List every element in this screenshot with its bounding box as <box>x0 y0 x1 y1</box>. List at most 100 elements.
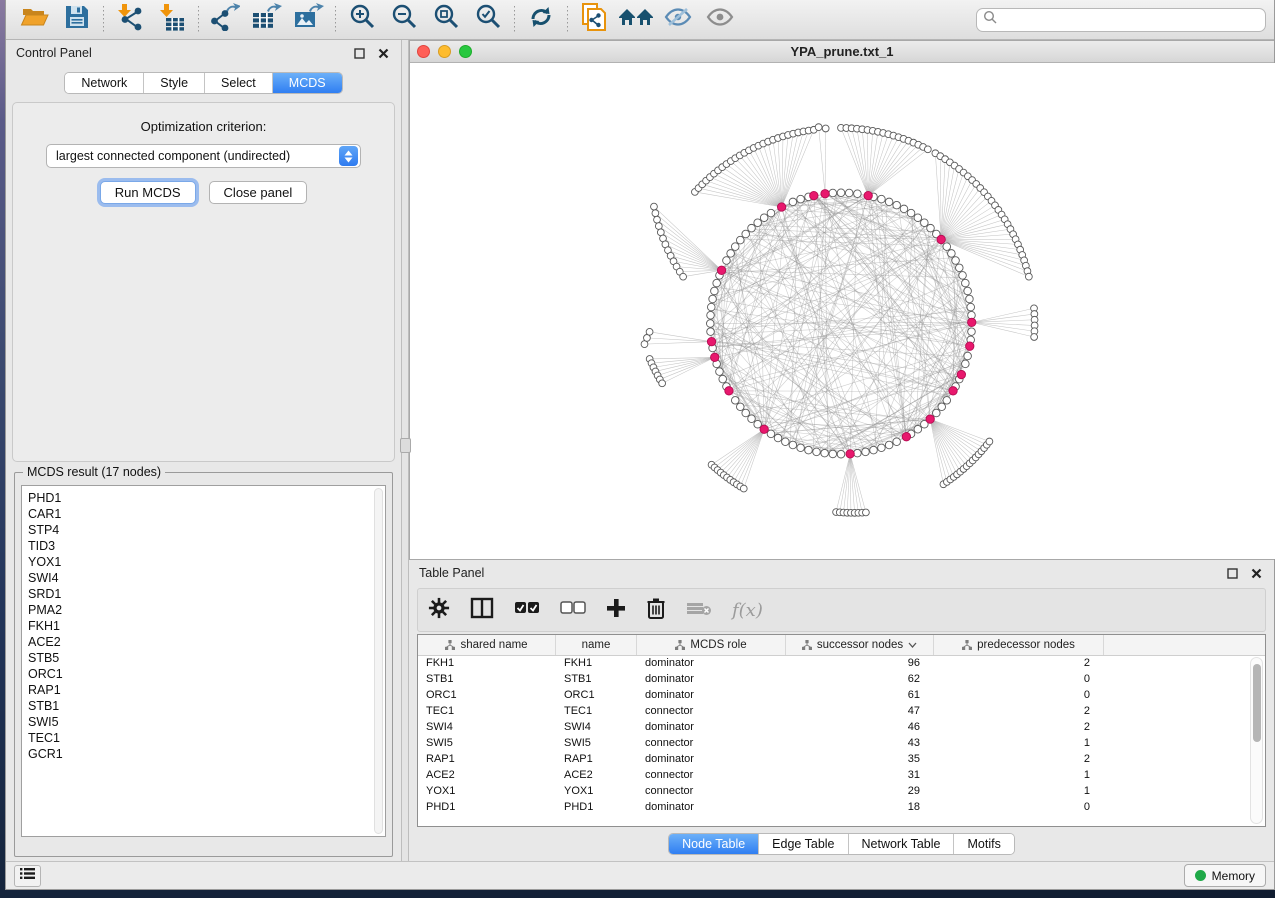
tab-mcds[interactable]: MCDS <box>273 73 342 93</box>
zoom-fit-button[interactable] <box>425 3 467 37</box>
export-image-button[interactable] <box>288 3 330 37</box>
tab-motifs[interactable]: Motifs <box>954 834 1013 854</box>
open-session-button[interactable] <box>14 3 56 37</box>
add-column-button[interactable] <box>606 598 626 623</box>
tab-network[interactable]: Network <box>65 73 144 93</box>
zoom-out-button[interactable] <box>383 3 425 37</box>
list-item[interactable]: SRD1 <box>28 586 385 602</box>
float-panel-icon[interactable] <box>351 46 367 60</box>
tab-style[interactable]: Style <box>144 73 205 93</box>
zoom-in-button[interactable] <box>341 3 383 37</box>
fx-icon: f(x) <box>732 600 763 621</box>
list-item[interactable]: STB5 <box>28 650 385 666</box>
table-settings-button[interactable] <box>428 597 450 624</box>
list-item[interactable]: TEC1 <box>28 730 385 746</box>
table-row[interactable]: TEC1TEC1connector472 <box>418 704 1265 720</box>
panel-splitter[interactable] <box>401 40 409 861</box>
list-item[interactable]: SWI4 <box>28 570 385 586</box>
list-item[interactable]: ORC1 <box>28 666 385 682</box>
refresh-button[interactable] <box>520 3 562 37</box>
split-columns-icon <box>470 597 494 624</box>
network-overview-button[interactable] <box>615 3 657 37</box>
tab-node-table[interactable]: Node Table <box>669 834 759 854</box>
network-window-titlebar[interactable]: YPA_prune.txt_1 <box>410 41 1274 63</box>
run-mcds-button[interactable]: Run MCDS <box>100 181 196 204</box>
splitter-grip[interactable] <box>400 438 411 453</box>
list-item[interactable]: YOX1 <box>28 554 385 570</box>
table-scrollbar-track[interactable] <box>1250 657 1263 824</box>
toggle-panel-layout-button[interactable] <box>470 597 494 624</box>
table-row[interactable]: ORC1ORC1dominator610 <box>418 688 1265 704</box>
show-log-button[interactable] <box>14 865 41 887</box>
list-item[interactable]: SWI5 <box>28 714 385 730</box>
table-cell: connector <box>637 704 786 720</box>
delete-column-button[interactable] <box>646 597 666 624</box>
attribute-icon <box>962 640 972 650</box>
zoom-selected-button[interactable] <box>467 3 509 37</box>
tab-network-table[interactable]: Network Table <box>849 834 955 854</box>
table-row[interactable]: FKH1FKH1dominator962 <box>418 656 1265 672</box>
column-header-shared-name[interactable]: shared name <box>418 635 556 655</box>
search-input[interactable] <box>998 13 1259 27</box>
table-cell: 61 <box>786 688 934 704</box>
list-item[interactable]: STP4 <box>28 522 385 538</box>
tab-edge-table[interactable]: Edge Table <box>759 834 848 854</box>
table-row[interactable]: YOX1YOX1connector291 <box>418 784 1265 800</box>
refresh-icon <box>527 3 555 36</box>
network-canvas[interactable] <box>410 63 1275 559</box>
table-cell: 47 <box>786 704 934 720</box>
delete-table-button[interactable] <box>686 600 712 621</box>
table-row[interactable]: SWI4SWI4dominator462 <box>418 720 1265 736</box>
import-network-button[interactable] <box>109 3 151 37</box>
import-table-button[interactable] <box>151 3 193 37</box>
table-cell: TEC1 <box>418 704 556 720</box>
close-panel-icon[interactable] <box>375 46 391 60</box>
clone-network-button[interactable] <box>573 3 615 37</box>
close-panel-icon[interactable] <box>1248 566 1264 580</box>
table-scrollbar-thumb[interactable] <box>1253 664 1261 742</box>
list-item[interactable]: FKH1 <box>28 618 385 634</box>
window-zoom-icon[interactable] <box>459 45 472 58</box>
list-item[interactable]: CAR1 <box>28 506 385 522</box>
column-header-name[interactable]: name <box>556 635 637 655</box>
table-row[interactable]: ACE2ACE2connector311 <box>418 768 1265 784</box>
table-cell: TEC1 <box>556 704 637 720</box>
table-cell: dominator <box>637 688 786 704</box>
list-item[interactable]: PHD1 <box>28 490 385 506</box>
column-header-successor-nodes[interactable]: successor nodes <box>786 635 934 655</box>
export-table-button[interactable] <box>246 3 288 37</box>
table-cell: dominator <box>637 656 786 672</box>
list-item[interactable]: ACE2 <box>28 634 385 650</box>
table-row[interactable]: RAP1RAP1dominator352 <box>418 752 1265 768</box>
deselect-all-button[interactable] <box>560 601 586 620</box>
mcds-result-title: MCDS result (17 nodes) <box>23 465 165 479</box>
save-session-button[interactable] <box>56 3 98 37</box>
select-all-button[interactable] <box>514 601 540 620</box>
table-row[interactable]: SWI5SWI5connector431 <box>418 736 1265 752</box>
list-item[interactable]: TID3 <box>28 538 385 554</box>
list-item[interactable]: PMA2 <box>28 602 385 618</box>
column-header-predecessor-nodes[interactable]: predecessor nodes <box>934 635 1104 655</box>
search-box[interactable] <box>976 8 1266 32</box>
hide-panels-button[interactable] <box>657 3 699 37</box>
list-item[interactable]: GCR1 <box>28 746 385 762</box>
table-cell: PHD1 <box>556 800 637 816</box>
mcds-result-list[interactable]: PHD1CAR1STP4TID3YOX1SWI4SRD1PMA2FKH1ACE2… <box>21 485 386 837</box>
float-panel-icon[interactable] <box>1224 566 1240 580</box>
table-row[interactable]: PHD1PHD1dominator180 <box>418 800 1265 816</box>
close-panel-button[interactable]: Close panel <box>209 181 308 204</box>
function-builder-button[interactable]: f(x) <box>732 600 763 621</box>
list-scrollbar-track[interactable] <box>374 488 383 834</box>
tab-select[interactable]: Select <box>205 73 273 93</box>
optimization-criterion-dropdown[interactable]: largest connected component (undirected) <box>46 144 361 168</box>
list-item[interactable]: STB1 <box>28 698 385 714</box>
table-row[interactable]: STB1STB1dominator620 <box>418 672 1265 688</box>
clone-network-icon <box>580 2 608 37</box>
window-minimize-icon[interactable] <box>438 45 451 58</box>
memory-button[interactable]: Memory <box>1184 864 1266 887</box>
list-item[interactable]: RAP1 <box>28 682 385 698</box>
column-header-MCDS-role[interactable]: MCDS role <box>637 635 786 655</box>
show-panels-button[interactable] <box>699 3 741 37</box>
window-close-icon[interactable] <box>417 45 430 58</box>
export-network-button[interactable] <box>204 3 246 37</box>
